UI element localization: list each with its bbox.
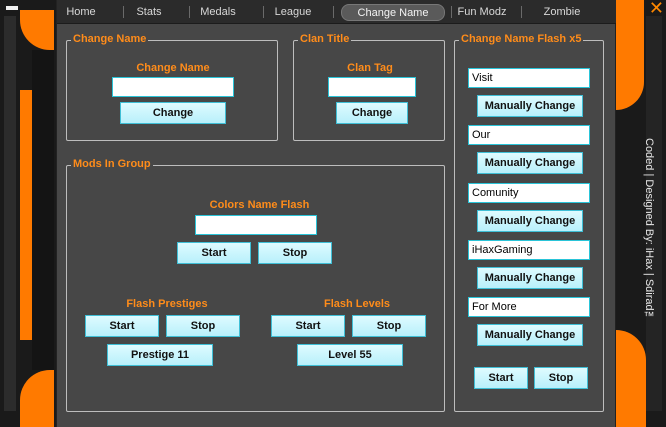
minimize-icon[interactable] xyxy=(6,6,18,10)
flash-entry-3-input[interactable]: Comunity xyxy=(468,183,590,203)
change-name-group: Change Name Change Name Change xyxy=(66,33,278,141)
tab-home[interactable]: Home xyxy=(63,4,99,20)
clan-tag-label: Clan Tag xyxy=(347,62,393,74)
clan-tag-input[interactable] xyxy=(328,77,416,97)
flash-start-button[interactable]: Start xyxy=(474,367,528,389)
levels-stop-button[interactable]: Stop xyxy=(352,315,426,337)
main-panel: Home Stats Medals League Change Name Fun… xyxy=(56,0,617,427)
flash-entry-5-input[interactable]: For More xyxy=(468,297,590,317)
left-frame xyxy=(0,0,56,427)
colors-name-flash-input[interactable] xyxy=(195,215,317,235)
change-name-input[interactable] xyxy=(112,77,234,97)
right-frame: ✕ Coded | Designed By: iHax | Sdirad™ xyxy=(616,0,666,427)
flash-entry-4-input[interactable]: iHaxGaming xyxy=(468,240,590,260)
close-icon[interactable]: ✕ xyxy=(649,0,664,19)
levels-start-button[interactable]: Start xyxy=(271,315,345,337)
flash-entry-4-button[interactable]: Manually Change xyxy=(477,267,583,289)
clan-tag-change-button[interactable]: Change xyxy=(336,102,408,124)
flash-prestiges-label: Flash Prestiges xyxy=(126,298,208,310)
colors-flash-stop-button[interactable]: Stop xyxy=(258,242,332,264)
flash-entry-2-button[interactable]: Manually Change xyxy=(477,152,583,174)
change-name-flash-title: Change Name Flash x5 xyxy=(459,33,584,45)
flash-entry-1-input[interactable]: Visit xyxy=(468,68,590,88)
flash-entry-1-button[interactable]: Manually Change xyxy=(477,95,583,117)
credit-text: Coded | Designed By: iHax | Sdirad™ xyxy=(643,137,655,323)
tab-change-name[interactable]: Change Name xyxy=(341,4,445,21)
colors-name-flash-label: Colors Name Flash xyxy=(209,199,310,211)
mods-group-title: Mods In Group xyxy=(71,158,153,170)
mods-in-group: Mods In Group Colors Name Flash Start St… xyxy=(66,158,445,412)
flash-entry-5-button[interactable]: Manually Change xyxy=(477,324,583,346)
flash-levels-label: Flash Levels xyxy=(323,298,391,310)
prestige-11-button[interactable]: Prestige 11 xyxy=(107,344,213,366)
tab-stats[interactable]: Stats xyxy=(129,4,169,20)
tab-medals[interactable]: Medals xyxy=(195,4,241,20)
tab-zombie[interactable]: Zombie xyxy=(535,4,589,20)
change-name-flash-group: Change Name Flash x5 Visit Manually Chan… xyxy=(454,33,604,412)
prestiges-start-button[interactable]: Start xyxy=(85,315,159,337)
flash-stop-button[interactable]: Stop xyxy=(534,367,588,389)
change-name-button[interactable]: Change xyxy=(120,102,226,124)
clan-title-group: Clan Title Clan Tag Change xyxy=(293,33,445,141)
colors-flash-start-button[interactable]: Start xyxy=(177,242,251,264)
clan-title-group-title: Clan Title xyxy=(298,33,352,45)
change-name-group-title: Change Name xyxy=(71,33,149,45)
tab-league[interactable]: League xyxy=(269,4,317,20)
tab-fun-modz[interactable]: Fun Modz xyxy=(455,4,509,20)
flash-entry-2-input[interactable]: Our xyxy=(468,125,590,145)
flash-entry-3-button[interactable]: Manually Change xyxy=(477,210,583,232)
change-name-label: Change Name xyxy=(136,62,210,74)
level-55-button[interactable]: Level 55 xyxy=(297,344,403,366)
tab-bar: Home Stats Medals League Change Name Fun… xyxy=(57,0,617,24)
prestiges-stop-button[interactable]: Stop xyxy=(166,315,240,337)
